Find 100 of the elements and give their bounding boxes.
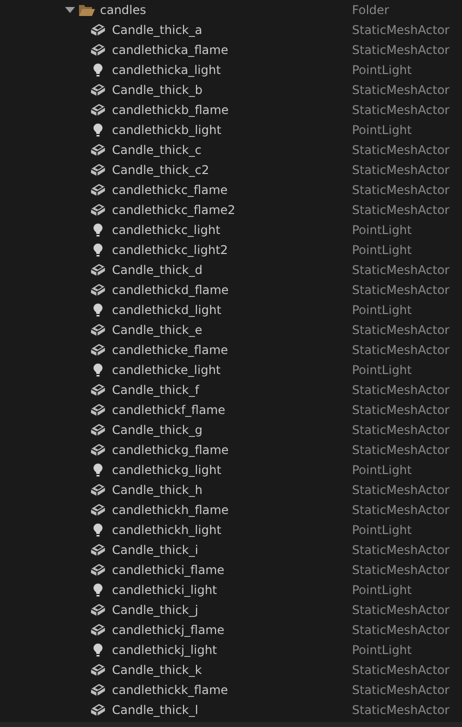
item-type: StaticMeshActor [352,483,450,497]
tree-row[interactable]: candlethickc_light2 PointLight [0,240,462,260]
item-label: candlethickd_flame [112,283,229,297]
item-type: StaticMeshActor [352,383,450,397]
cube-icon [90,163,106,177]
tree-row[interactable]: candlethickc_light PointLight [0,220,462,240]
cube-icon [90,703,106,717]
item-label: candlethickc_light [112,223,220,237]
item-type: PointLight [352,243,412,257]
tree-row[interactable]: candlethickk_flame StaticMeshActor [0,680,462,700]
cube-icon [90,83,106,97]
item-label: candlethickh_flame [112,503,229,517]
item-type: PointLight [352,583,412,597]
item-type: StaticMeshActor [352,543,450,557]
tree-row[interactable]: candles Folder [0,0,462,20]
item-label: Candle_thick_a [112,23,202,37]
item-type: StaticMeshActor [352,603,450,617]
item-type: StaticMeshActor [352,103,450,117]
cube-icon [90,443,106,457]
tree-row[interactable]: candlethickd_flame StaticMeshActor [0,280,462,300]
tree-row[interactable]: candlethickj_light PointLight [0,640,462,660]
item-label: candlethicka_flame [112,43,228,57]
item-label: Candle_thick_h [112,483,202,497]
item-label: candlethickc_flame [112,183,228,197]
cube-icon [90,623,106,637]
item-label: candlethickd_light [112,303,222,317]
item-label: candlethicka_light [112,63,221,77]
tree-row[interactable]: candlethicki_flame StaticMeshActor [0,560,462,580]
item-type: StaticMeshActor [352,503,450,517]
tree-row[interactable]: Candle_thick_f StaticMeshActor [0,380,462,400]
tree-row[interactable]: candlethickh_light PointLight [0,520,462,540]
cube-icon [90,103,106,117]
cube-icon [90,403,106,417]
tree-row[interactable]: Candle_thick_c StaticMeshActor [0,140,462,160]
cube-icon [90,423,106,437]
tree-row[interactable]: Candle_thick_k StaticMeshActor [0,660,462,680]
tree-row[interactable]: Candle_thick_g StaticMeshActor [0,420,462,440]
tree-row[interactable]: Candle_thick_c2 StaticMeshActor [0,160,462,180]
tree-row[interactable]: candlethickf_flame StaticMeshActor [0,400,462,420]
item-label: Candle_thick_e [112,323,202,337]
tree-row[interactable]: candlethickh_flame StaticMeshActor [0,500,462,520]
cube-icon [90,343,106,357]
tree-row[interactable]: candlethickj_flame StaticMeshActor [0,620,462,640]
cube-icon [90,483,106,497]
item-type: PointLight [352,223,412,237]
tree-row[interactable]: Candle_thick_l StaticMeshActor [0,700,462,720]
tree-row[interactable]: Candle_thick_e StaticMeshActor [0,320,462,340]
tree-row[interactable]: Candle_thick_h StaticMeshActor [0,480,462,500]
item-type: StaticMeshActor [352,263,450,277]
cube-icon [90,503,106,517]
tree-row[interactable]: candlethickb_light PointLight [0,120,462,140]
tree-row[interactable]: candlethicke_light PointLight [0,360,462,380]
item-type: StaticMeshActor [352,83,450,97]
tree-row[interactable]: Candle_thick_a StaticMeshActor [0,20,462,40]
cube-icon [90,143,106,157]
tree-row[interactable]: candlethicki_light PointLight [0,580,462,600]
tree-row[interactable]: candlethickc_flame2 StaticMeshActor [0,200,462,220]
item-label: candlethickc_flame2 [112,203,236,217]
item-label: Candle_thick_k [112,663,202,677]
tree-row[interactable]: candlethickd_light PointLight [0,300,462,320]
tree-row[interactable]: candlethickg_light PointLight [0,460,462,480]
cube-icon [90,283,106,297]
item-label: candlethickj_flame [112,623,224,637]
item-label: candlethickb_flame [112,103,229,117]
item-label: Candle_thick_g [112,423,202,437]
cube-icon [90,683,106,697]
item-type: StaticMeshActor [352,683,450,697]
tree-row[interactable]: Candle_thick_j StaticMeshActor [0,600,462,620]
item-type: StaticMeshActor [352,143,450,157]
cube-icon [90,563,106,577]
expanded-arrow-icon[interactable] [65,6,75,14]
item-label: candlethickh_light [112,523,222,537]
tree-row[interactable]: Candle_thick_d StaticMeshActor [0,260,462,280]
item-label: Candle_thick_d [112,263,202,277]
cube-icon [90,203,106,217]
item-label: candlethickj_light [112,643,218,657]
tree-row[interactable]: candlethickc_flame StaticMeshActor [0,180,462,200]
cube-icon [90,383,106,397]
item-label: Candle_thick_b [112,83,202,97]
item-type: PointLight [352,463,412,477]
tree-row[interactable]: candlethickb_flame StaticMeshActor [0,100,462,120]
item-type: StaticMeshActor [352,703,450,717]
item-type: StaticMeshActor [352,43,450,57]
item-type: StaticMeshActor [352,403,450,417]
item-type: StaticMeshActor [352,283,450,297]
tree-row[interactable]: candlethicka_light PointLight [0,60,462,80]
item-type: StaticMeshActor [352,323,450,337]
tree-row[interactable]: candlethicka_flame StaticMeshActor [0,40,462,60]
item-label: candlethickf_flame [112,403,226,417]
tree-row[interactable]: candlethickg_flame StaticMeshActor [0,440,462,460]
item-label: Candle_thick_c [112,143,202,157]
item-type: StaticMeshActor [352,343,450,357]
tree-row[interactable]: Candle_thick_b StaticMeshActor [0,80,462,100]
item-type: PointLight [352,363,412,377]
tree-row[interactable]: candlethicke_flame StaticMeshActor [0,340,462,360]
item-label: Candle_thick_i [112,543,198,557]
item-label: candles [100,3,146,17]
cube-icon [90,603,106,617]
tree-row[interactable]: Candle_thick_i StaticMeshActor [0,540,462,560]
item-type: PointLight [352,303,412,317]
